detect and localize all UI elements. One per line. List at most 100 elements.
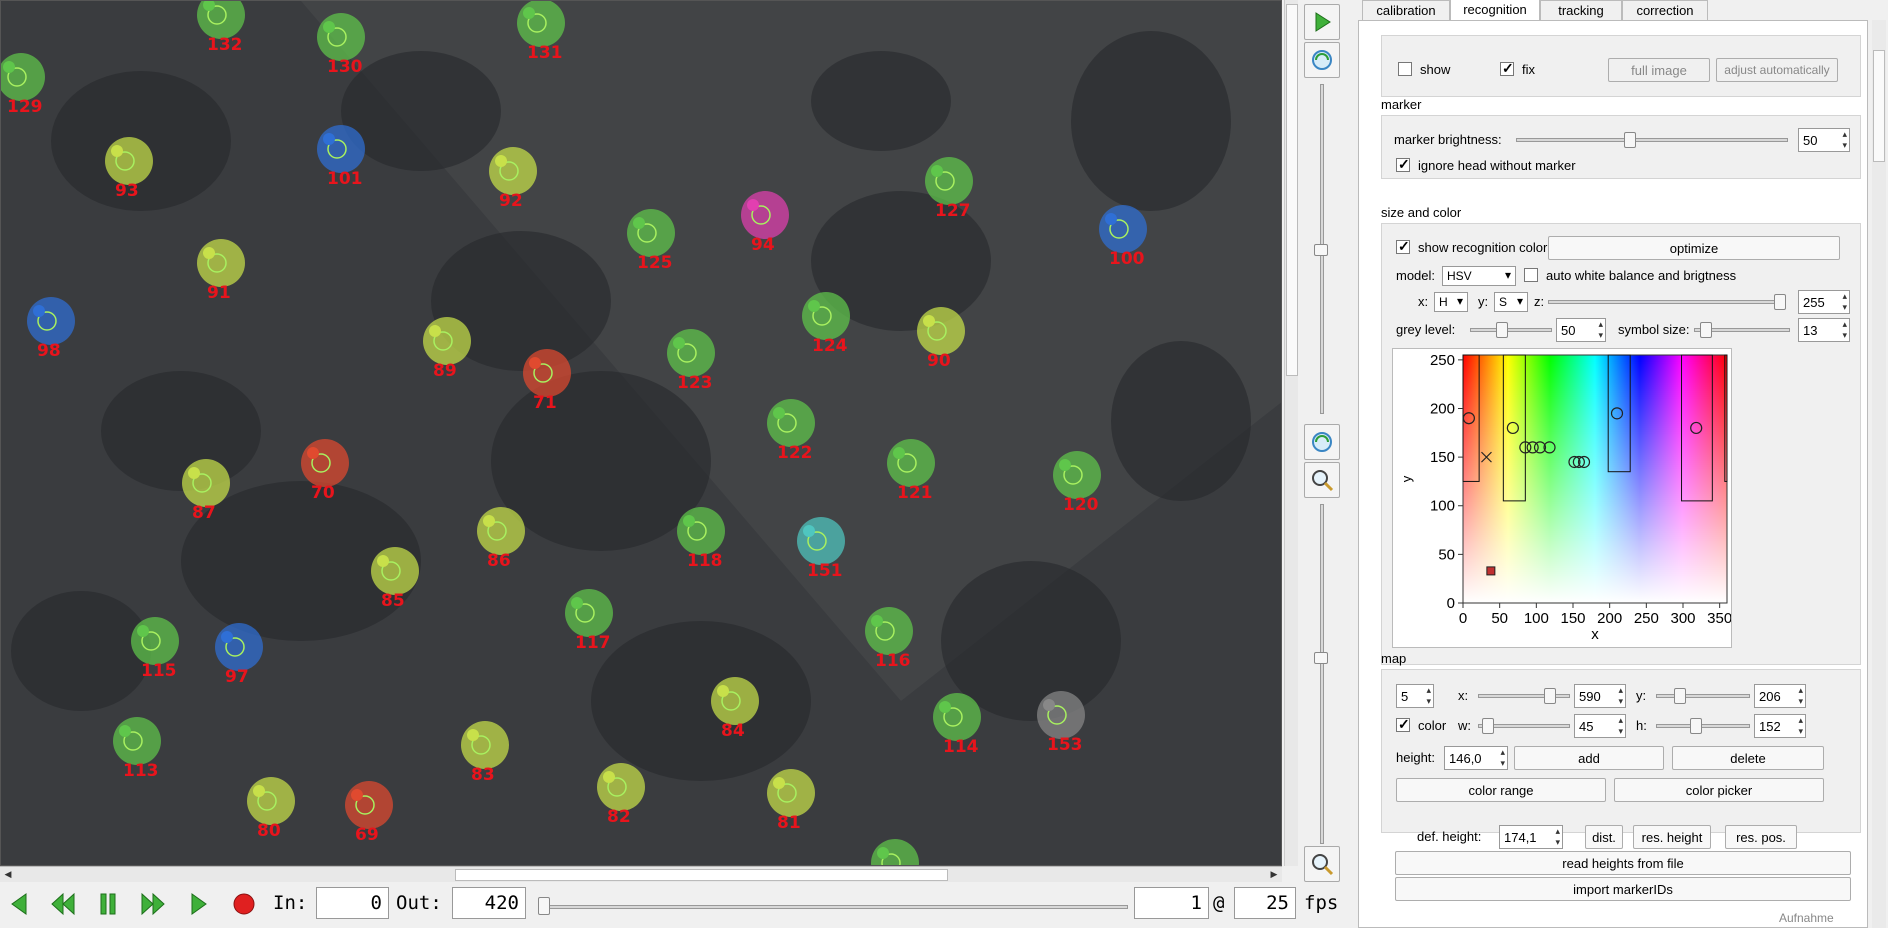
head-marker[interactable] xyxy=(767,769,815,817)
head-marker[interactable] xyxy=(627,209,675,257)
head-marker[interactable] xyxy=(301,439,349,487)
model-combo[interactable]: HSV xyxy=(1442,266,1516,286)
map-x-handle[interactable] xyxy=(1544,688,1556,704)
head-marker[interactable] xyxy=(477,507,525,555)
rotate-icon[interactable] xyxy=(1304,42,1340,78)
y-axis-combo[interactable]: S xyxy=(1494,292,1528,312)
zoom-slider-handle[interactable] xyxy=(1314,652,1328,664)
map-y-spinbox[interactable]: 206 xyxy=(1754,684,1806,708)
head-marker[interactable] xyxy=(711,677,759,725)
play-icon[interactable] xyxy=(1304,4,1340,40)
show-checkbox[interactable] xyxy=(1398,62,1412,76)
head-marker[interactable] xyxy=(667,329,715,377)
head-marker[interactable] xyxy=(345,781,393,829)
head-marker[interactable] xyxy=(517,1,565,47)
import-marker-ids-button[interactable]: import markerIDs xyxy=(1395,877,1851,901)
fix-checkbox[interactable] xyxy=(1500,60,1514,77)
ignore-head-checkbox[interactable] xyxy=(1396,156,1410,173)
rotation-slider-handle[interactable] xyxy=(1314,244,1328,256)
reset-rotation-icon[interactable] xyxy=(1304,424,1340,460)
head-marker[interactable] xyxy=(371,547,419,595)
marker-brightness-spinbox[interactable]: 50 xyxy=(1798,128,1850,152)
def-height-spinbox[interactable]: 174,1 xyxy=(1499,825,1563,849)
head-marker[interactable] xyxy=(565,589,613,637)
head-marker[interactable] xyxy=(1099,205,1147,253)
video-horizontal-scrollbar[interactable]: ◀ ▶ xyxy=(0,866,1282,882)
map-height-spinbox[interactable]: 146,0 xyxy=(1444,746,1508,770)
tab-tracking[interactable]: tracking xyxy=(1540,0,1622,20)
head-marker[interactable] xyxy=(317,125,365,173)
scroll-left-icon[interactable]: ◀ xyxy=(2,869,14,881)
adjust-automatically-button[interactable]: adjust automatically xyxy=(1716,58,1838,82)
marker-brightness-handle[interactable] xyxy=(1624,132,1636,148)
scrollbar-thumb[interactable] xyxy=(1873,50,1885,162)
head-marker[interactable] xyxy=(423,317,471,365)
pause-icon[interactable] xyxy=(90,886,126,922)
scroll-right-icon[interactable]: ▶ xyxy=(1268,869,1280,881)
frame-slider[interactable] xyxy=(538,905,1128,909)
map-w-handle[interactable] xyxy=(1482,718,1494,734)
tab-calibration[interactable]: calibration xyxy=(1362,0,1450,20)
dist-button[interactable]: dist. xyxy=(1585,825,1623,849)
zoom-slider[interactable] xyxy=(1320,504,1324,844)
head-marker[interactable] xyxy=(925,157,973,205)
full-image-button[interactable]: full image xyxy=(1608,58,1710,82)
z-slider[interactable] xyxy=(1548,300,1784,304)
marker-brightness-slider[interactable] xyxy=(1516,138,1788,142)
head-marker[interactable] xyxy=(933,693,981,741)
frame-slider-handle[interactable] xyxy=(538,897,550,915)
head-marker[interactable] xyxy=(917,307,965,355)
map-x-spinbox[interactable]: 590 xyxy=(1574,684,1626,708)
fps-field[interactable]: 25 xyxy=(1234,887,1296,919)
tab-recognition[interactable]: recognition xyxy=(1450,0,1540,21)
head-marker[interactable] xyxy=(247,777,295,825)
head-marker[interactable] xyxy=(27,297,75,345)
head-marker[interactable] xyxy=(131,617,179,665)
step-backward-icon[interactable] xyxy=(46,886,82,922)
step-forward-icon[interactable] xyxy=(134,886,170,922)
z-spinbox[interactable]: 255 xyxy=(1798,290,1850,314)
map-y-handle[interactable] xyxy=(1674,688,1686,704)
res-pos-button[interactable]: res. pos. xyxy=(1725,825,1797,849)
map-x-slider[interactable] xyxy=(1478,694,1570,698)
head-marker[interactable] xyxy=(461,721,509,769)
head-marker[interactable] xyxy=(887,439,935,487)
head-marker[interactable] xyxy=(797,517,845,565)
color-map-plot[interactable]: 0 50 100 150 200 250 300 350 0 50 100 150 200 250 x y xyxy=(1392,348,1732,648)
symbol-size-spinbox[interactable]: 13 xyxy=(1798,318,1850,342)
head-marker[interactable] xyxy=(215,623,263,671)
scrollbar-thumb[interactable] xyxy=(1286,4,1298,376)
grey-level-spinbox[interactable]: 50 xyxy=(1556,318,1606,342)
zoom-out-icon[interactable] xyxy=(1304,846,1340,882)
tab-correction[interactable]: correction xyxy=(1622,0,1708,20)
map-index-spinbox[interactable]: 5 xyxy=(1396,684,1434,708)
delete-button[interactable]: delete xyxy=(1672,746,1824,770)
add-button[interactable]: add xyxy=(1514,746,1664,770)
head-marker[interactable] xyxy=(317,13,365,61)
grey-level-slider[interactable] xyxy=(1470,328,1552,332)
head-marker[interactable] xyxy=(197,239,245,287)
head-marker[interactable] xyxy=(865,607,913,655)
map-color-checkbox[interactable] xyxy=(1396,716,1410,733)
play-forward-icon[interactable] xyxy=(180,886,216,922)
color-range-button[interactable]: color range xyxy=(1396,778,1606,802)
x-axis-combo[interactable]: H xyxy=(1434,292,1468,312)
map-w-spinbox[interactable]: 45 xyxy=(1574,714,1626,738)
map-h-slider[interactable] xyxy=(1656,724,1750,728)
head-marker[interactable] xyxy=(182,459,230,507)
play-backward-icon[interactable] xyxy=(2,886,38,922)
panel-scrollbar[interactable] xyxy=(1872,20,1886,928)
res-height-button[interactable]: res. height xyxy=(1633,825,1711,849)
record-icon[interactable] xyxy=(226,886,262,922)
head-marker[interactable] xyxy=(1037,691,1085,739)
map-h-spinbox[interactable]: 152 xyxy=(1754,714,1806,738)
head-marker[interactable] xyxy=(489,147,537,195)
optimize-button[interactable]: optimize xyxy=(1548,236,1840,260)
read-heights-button[interactable]: read heights from file xyxy=(1395,851,1851,875)
z-slider-handle[interactable] xyxy=(1774,294,1786,310)
frame-field[interactable]: 1 xyxy=(1134,887,1209,919)
head-marker[interactable] xyxy=(767,399,815,447)
map-y-slider[interactable] xyxy=(1656,694,1750,698)
video-view[interactable]: 132 130 131 129 93 101 92 127 94 125 100 91 98 124 90 8… xyxy=(0,0,1282,866)
head-marker[interactable] xyxy=(105,137,153,185)
